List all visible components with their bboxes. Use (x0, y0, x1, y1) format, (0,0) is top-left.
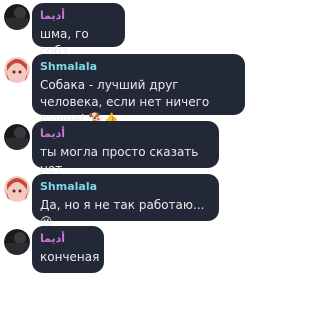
message-text: ты могла просто сказать нет (40, 145, 203, 176)
anime-girl-avatar[interactable] (4, 57, 30, 83)
sender-name[interactable]: أديما (40, 9, 117, 23)
sender-name[interactable]: Shmalala (40, 60, 237, 74)
message-bubble[interactable]: أديما конченая (32, 226, 104, 273)
sender-name[interactable]: Shmalala (40, 180, 211, 194)
message-bubble[interactable]: Shmalala Да, но я не так работаю... 😜 (32, 174, 219, 229)
dark-avatar[interactable] (4, 4, 30, 30)
dark-avatar[interactable] (4, 229, 30, 255)
message-bubble[interactable]: أديما ты могла просто сказать нет (32, 121, 219, 176)
message-bubble[interactable]: أديما шма, го собз (32, 3, 125, 58)
sender-name[interactable]: أديما (40, 232, 96, 246)
sender-name[interactable]: أديما (40, 127, 211, 141)
message-bubble[interactable]: Shmalala Собака - лучший друг человека, … (32, 54, 245, 126)
chat-thread: أديما шма, го собз Shmalala Собака - луч… (0, 0, 279, 320)
anime-girl-avatar[interactable] (4, 176, 30, 202)
dark-avatar[interactable] (4, 124, 30, 150)
message-text: конченая (40, 250, 100, 264)
